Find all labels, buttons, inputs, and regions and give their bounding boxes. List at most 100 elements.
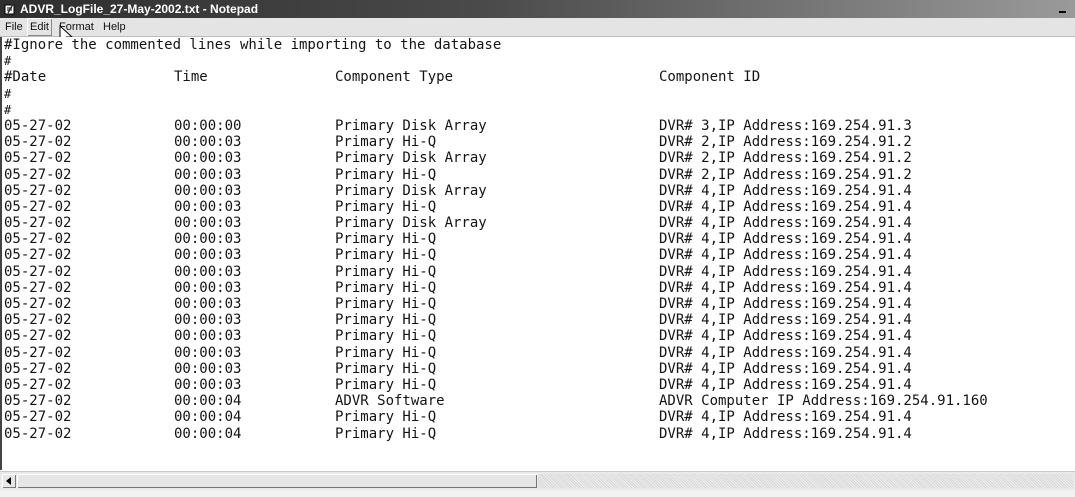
component-id-cell: DVR# 4,IP Address:169.254.91.4 (659, 182, 912, 199)
scroll-left-arrow-icon[interactable] (2, 474, 16, 488)
component-type-cell: Primary Hi-Q (335, 409, 437, 426)
date-cell: 05-27-02 (4, 296, 72, 312)
date-cell: 05-27-02 (4, 376, 72, 393)
time-cell: 00:00:03 (174, 328, 242, 345)
date-cell: 05-27-02 (4, 312, 72, 329)
time-cell: 00:00:03 (174, 296, 242, 312)
menu-bar: File Edit Format Help (0, 18, 1075, 37)
time-cell: 00:00:03 (174, 376, 242, 393)
date-cell: 05-27-02 (4, 215, 72, 232)
notepad-icon (4, 3, 15, 15)
component-id-cell: DVR# 4,IP Address:169.254.91.4 (659, 247, 912, 264)
time-cell: 00:00:04 (174, 393, 242, 410)
comment-text: # (4, 86, 12, 101)
component-id-cell: DVR# 2,IP Address:169.254.91.2 (659, 150, 912, 167)
date-cell: 05-27-02 (4, 425, 72, 442)
component-id-cell: DVR# 4,IP Address:169.254.91.4 (659, 344, 912, 361)
text-line: 05-27-02 00:00:04 ADVR Software ADVR Comput… (4, 393, 1074, 409)
date-cell: 05-27-02 (4, 344, 72, 361)
date-cell: 05-27-02 (4, 134, 72, 151)
text-line: 05-27-02 00:00:03 Primary Hi-Q DVR# 4,IP Ad… (4, 296, 1074, 312)
text-line: 05-27-02 00:00:03 Primary Disk Array DVR# 4… (4, 215, 1074, 231)
component-type-cell: ADVR Software (335, 393, 445, 410)
minimize-button[interactable] (1057, 3, 1069, 15)
time-cell: 00:00:03 (174, 166, 242, 183)
text-line: # (4, 53, 1074, 69)
text-line: 05-27-02 00:00:03 Primary Hi-Q DVR# 4,IP Ad… (4, 247, 1074, 263)
time-cell: 00:00:03 (174, 198, 242, 215)
text-line: 05-27-02 00:00:03 Primary Hi-Q DVR# 4,IP Ad… (4, 264, 1074, 280)
text-line: 05-27-02 00:00:03 Primary Hi-Q DVR# 4,IP Ad… (4, 328, 1074, 344)
component-id-cell: DVR# 4,IP Address:169.254.91.4 (659, 296, 912, 312)
date-cell: 05-27-02 (4, 360, 72, 377)
menu-help[interactable]: Help (103, 18, 126, 36)
component-id-cell: DVR# 4,IP Address:169.254.91.4 (659, 409, 912, 426)
component-id-cell: DVR# 4,IP Address:169.254.91.4 (659, 376, 912, 393)
component-type-cell: Primary Disk Array (335, 215, 487, 232)
component-id-cell: DVR# 4,IP Address:169.254.91.4 (659, 198, 912, 215)
text-line: 05-27-02 00:00:00 Primary Disk Array DVR# 3… (4, 118, 1074, 134)
component-type-cell: Primary Hi-Q (335, 376, 437, 393)
component-type-cell: Primary Hi-Q (335, 166, 437, 183)
text-line: 05-27-02 00:00:03 Primary Hi-Q DVR# 4,IP Ad… (4, 312, 1074, 328)
text-line: #Ignore the commented lines while import… (4, 37, 1074, 53)
component-type-cell: Primary Disk Array (335, 182, 487, 199)
text-line: 05-27-02 00:00:03 Primary Hi-Q DVR# 4,IP Ad… (4, 361, 1074, 377)
comment-text: #Ignore the commented lines while import… (4, 37, 502, 53)
time-cell: 00:00:04 (174, 425, 242, 442)
component-id-cell: Component ID (659, 69, 761, 86)
component-type-cell: Primary Hi-Q (335, 312, 437, 329)
menu-edit[interactable]: Edit (27, 18, 52, 36)
component-type-cell: Primary Hi-Q (335, 328, 437, 345)
date-cell: 05-27-02 (4, 117, 72, 134)
date-cell: 05-27-02 (4, 263, 72, 280)
component-type-cell: Primary Hi-Q (335, 247, 437, 264)
text-line: # (4, 86, 1074, 102)
component-id-cell: DVR# 4,IP Address:169.254.91.4 (659, 279, 912, 296)
time-cell: 00:00:03 (174, 279, 242, 296)
component-id-cell: DVR# 3,IP Address:169.254.91.3 (659, 117, 912, 134)
time-cell: 00:00:03 (174, 231, 242, 248)
date-cell: 05-27-02 (4, 166, 72, 183)
component-id-cell: DVR# 4,IP Address:169.254.91.4 (659, 231, 912, 248)
text-line: 05-27-02 00:00:03 Primary Hi-Q DVR# 4,IP Ad… (4, 345, 1074, 361)
time-cell: 00:00:03 (174, 263, 242, 280)
date-cell: 05-27-02 (4, 328, 72, 345)
date-cell: 05-27-02 (4, 198, 72, 215)
time-cell: 00:00:03 (174, 344, 242, 361)
title-bar[interactable]: ADVR_LogFile_27-May-2002.txt - Notepad (0, 0, 1075, 18)
horizontal-scrollbar[interactable] (0, 471, 1075, 490)
time-cell: 00:00:04 (174, 409, 242, 426)
editor-lines: #Ignore the commented lines while import… (4, 37, 1074, 442)
component-id-cell: DVR# 2,IP Address:169.254.91.2 (659, 166, 912, 183)
component-id-cell: DVR# 4,IP Address:169.254.91.4 (659, 360, 912, 377)
date-cell: 05-27-02 (4, 150, 72, 167)
date-cell: 05-27-02 (4, 409, 72, 426)
date-cell: 05-27-02 (4, 279, 72, 296)
time-cell: 00:00:03 (174, 134, 242, 151)
component-type-cell: Primary Hi-Q (335, 134, 437, 151)
text-line: 05-27-02 00:00:04 Primary Hi-Q DVR# 4,IP Ad… (4, 426, 1074, 442)
component-type-cell: Component Type (335, 69, 454, 86)
time-cell: 00:00:03 (174, 247, 242, 264)
component-id-cell: ADVR Computer IP Address:169.254.91.160 (659, 393, 988, 410)
text-editor[interactable]: #Ignore the commented lines while import… (0, 37, 1075, 470)
component-type-cell: Primary Disk Array (335, 117, 487, 134)
text-line: 05-27-02 00:00:03 Primary Hi-Q DVR# 2,IP Ad… (4, 134, 1074, 150)
text-line: 05-27-02 00:00:03 Primary Hi-Q DVR# 4,IP Ad… (4, 231, 1074, 247)
component-type-cell: Primary Hi-Q (335, 263, 437, 280)
time-cell: 00:00:03 (174, 150, 242, 167)
component-id-cell: DVR# 4,IP Address:169.254.91.4 (659, 312, 912, 329)
component-id-cell: DVR# 4,IP Address:169.254.91.4 (659, 263, 912, 280)
scrollbar-thumb[interactable] (17, 474, 537, 488)
date-cell: 05-27-02 (4, 231, 72, 248)
menu-file[interactable]: File (5, 18, 23, 36)
text-line: 05-27-02 00:00:03 Primary Disk Array DVR# 4… (4, 183, 1074, 199)
time-cell: 00:00:03 (174, 360, 242, 377)
scrollbar-track[interactable] (538, 474, 1073, 488)
text-line: 05-27-02 00:00:03 Primary Hi-Q DVR# 4,IP Ad… (4, 377, 1074, 393)
comment-text: # (4, 54, 12, 69)
component-type-cell: Primary Hi-Q (335, 425, 437, 442)
text-line: 05-27-02 00:00:03 Primary Hi-Q DVR# 4,IP Ad… (4, 199, 1074, 215)
component-id-cell: DVR# 4,IP Address:169.254.91.4 (659, 328, 912, 345)
